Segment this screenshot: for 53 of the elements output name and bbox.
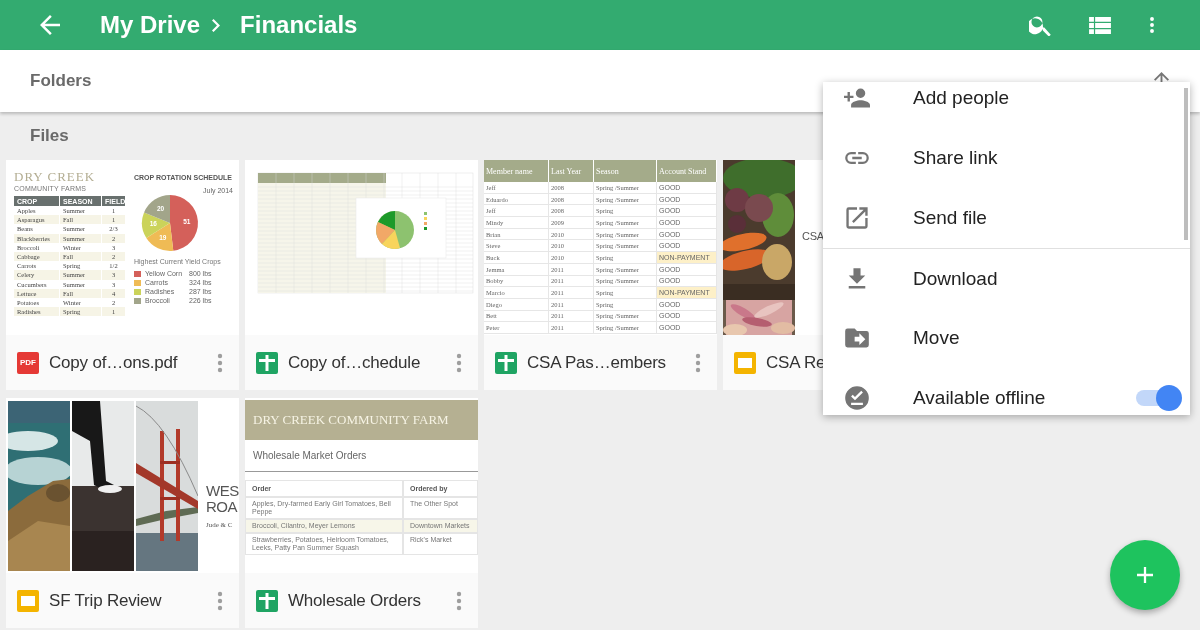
more-options-icon[interactable]	[1149, 15, 1155, 35]
menu-item[interactable]: Send file	[823, 188, 1190, 248]
add-person-icon	[844, 86, 870, 110]
toggle-switch[interactable]	[1136, 385, 1182, 411]
menu-item[interactable]: Share link	[823, 128, 1190, 188]
add-button[interactable]	[1110, 540, 1180, 610]
file-name: Copy of…ons.pdf	[49, 352, 179, 373]
more-options-icon[interactable]	[217, 590, 223, 611]
table-header: Last Year	[549, 160, 594, 182]
file-card[interactable]	[484, 160, 717, 390]
more-options-icon[interactable]	[456, 352, 462, 373]
table-header: Season	[594, 160, 657, 182]
table-header: Account Stand	[657, 160, 717, 182]
plus-icon	[1137, 567, 1153, 583]
document-title: DRY CREEK	[14, 170, 97, 184]
open-in-new-icon	[844, 206, 870, 230]
menu-item[interactable]: Add people	[823, 82, 1190, 128]
presentation-icon	[734, 351, 756, 374]
file-name: Copy of…chedule	[288, 352, 422, 373]
breadcrumb-item: Financials	[240, 11, 358, 39]
search-icon[interactable]	[1029, 14, 1051, 36]
section-label: Folders	[30, 71, 92, 91]
menu-item[interactable]: Download	[823, 248, 1190, 308]
legend-swatch	[134, 279, 141, 286]
legend-swatch	[134, 297, 141, 304]
slide-title: WES	[206, 483, 239, 499]
more-options-icon[interactable]	[217, 352, 223, 373]
file-name: CSA Pas…embers	[527, 352, 667, 373]
sheet-title: Wholesale Market Orders	[245, 440, 478, 472]
legend-swatch	[134, 270, 141, 277]
folder-arrow-icon	[844, 326, 870, 350]
legend-swatch	[134, 288, 141, 295]
table-header: Member name	[484, 160, 549, 182]
sheet-banner: DRY CREEK COMMUNITY FARM	[245, 400, 478, 440]
spreadsheet-icon	[495, 351, 517, 374]
presentation-icon	[17, 589, 39, 612]
file-card[interactable]	[245, 398, 478, 628]
slide-heading: CSA	[802, 230, 824, 244]
more-options-icon[interactable]	[456, 590, 462, 611]
menu-item[interactable]: Available offline	[823, 368, 1190, 415]
file-name: Wholesale Orders	[288, 590, 422, 611]
pdf-icon: PDF	[17, 351, 39, 374]
scrollbar[interactable]	[1184, 88, 1188, 240]
spreadsheet-icon	[256, 589, 278, 612]
more-options-icon[interactable]	[695, 352, 701, 373]
file-name: SF Trip Review	[49, 590, 163, 611]
spreadsheet-icon	[256, 351, 278, 374]
section-label: Files	[30, 126, 69, 146]
back-arrow-icon[interactable]	[40, 15, 60, 35]
menu-item[interactable]: Move	[823, 308, 1190, 368]
slide-title: ROA	[206, 499, 239, 515]
list-view-icon[interactable]	[1089, 16, 1111, 34]
chevron-right-icon	[212, 18, 221, 32]
